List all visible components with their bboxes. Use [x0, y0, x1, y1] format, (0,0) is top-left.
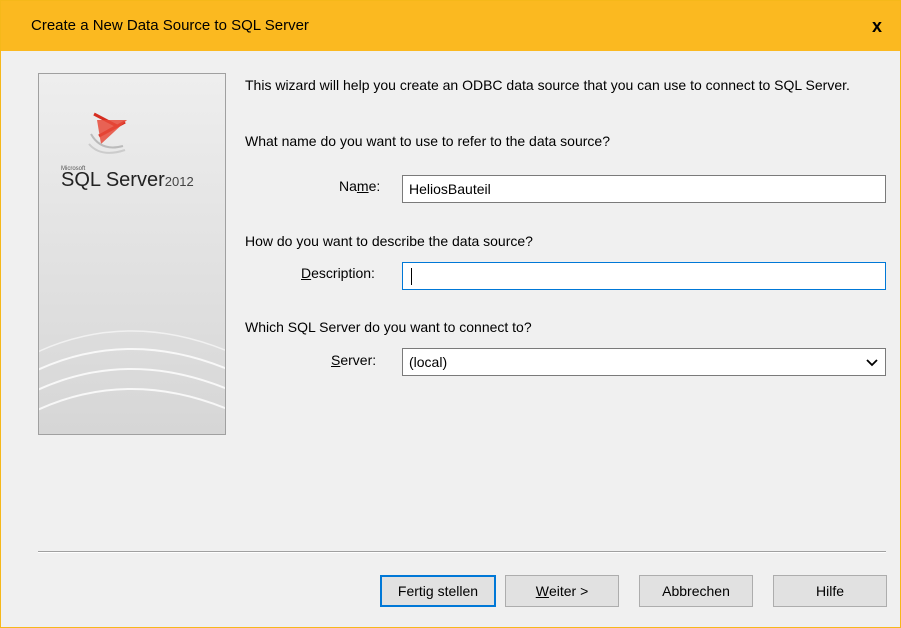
description-question: How do you want to describe the data sou…: [245, 233, 533, 249]
server-label: Server:: [331, 352, 377, 368]
dialog-window: Create a New Data Source to SQL Server x: [0, 0, 901, 628]
close-icon: x: [871, 15, 882, 36]
description-field[interactable]: [402, 262, 886, 290]
button-divider: [38, 551, 886, 553]
brand-name-text: SQL Server: [61, 169, 165, 191]
window-title: Create a New Data Source to SQL Server: [31, 17, 309, 34]
help-button[interactable]: Hilfe: [773, 575, 887, 607]
title-bar[interactable]: Create a New Data Source to SQL Server x: [1, 1, 900, 51]
name-field[interactable]: [402, 175, 886, 203]
next-button[interactable]: Weiter >: [505, 575, 619, 607]
server-value: (local): [409, 354, 448, 370]
text-caret: [411, 268, 412, 285]
brand-name: SQL Server2012: [61, 169, 194, 192]
close-button[interactable]: x: [854, 1, 900, 51]
finish-button[interactable]: Fertig stellen: [380, 575, 496, 607]
name-question: What name do you want to use to refer to…: [245, 133, 610, 149]
chevron-down-icon: [866, 359, 878, 367]
brand-year: 2012: [164, 174, 194, 189]
server-select[interactable]: (local): [402, 348, 886, 376]
description-label: Description:: [301, 265, 375, 281]
name-label: Name:: [339, 178, 381, 194]
side-banner: Microsoft SQL Server2012: [38, 73, 226, 435]
intro-text: This wizard will help you create an ODBC…: [245, 77, 850, 93]
cancel-button[interactable]: Abbrechen: [639, 575, 753, 607]
sql-server-logo-icon: [39, 74, 225, 434]
dialog-body: Microsoft SQL Server2012 This wizard wil…: [9, 51, 900, 627]
server-question: Which SQL Server do you want to connect …: [245, 319, 532, 335]
